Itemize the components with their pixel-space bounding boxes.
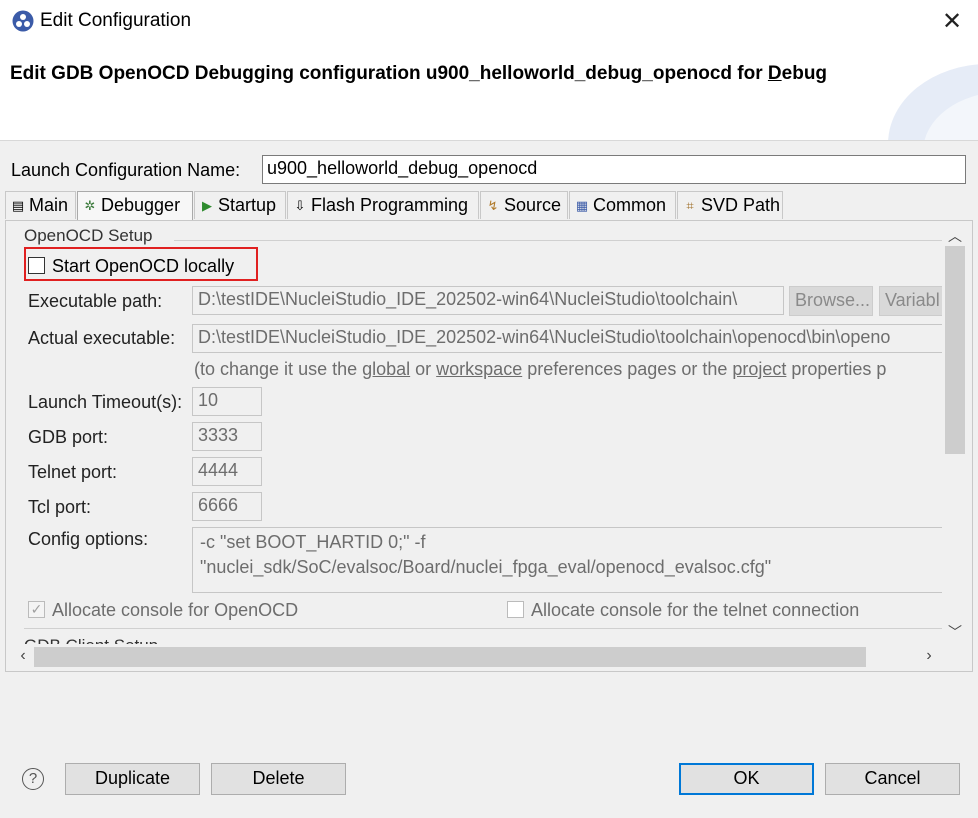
allocate-console-openocd-label: Allocate console for OpenOCD xyxy=(52,600,299,620)
telnet-port-field[interactable]: 4444 xyxy=(192,457,262,486)
gdb-port-field[interactable]: 3333 xyxy=(192,422,262,451)
start-openocd-locally-checkbox[interactable] xyxy=(28,257,45,274)
gdb-port-label: GDB port: xyxy=(28,427,109,447)
page-title: Edit GDB OpenOCD Debugging configuration… xyxy=(10,63,828,84)
vertical-scroll-thumb[interactable] xyxy=(945,246,965,454)
delete-button[interactable]: Delete xyxy=(211,763,346,795)
tab-common[interactable]: ▦ Common xyxy=(569,191,676,219)
source-icon: ↯ xyxy=(487,198,499,213)
dialog-header: Edit GDB OpenOCD Debugging configuration… xyxy=(0,44,978,141)
tab-source[interactable]: ↯ Source xyxy=(480,191,568,219)
svd-tree-icon: ⌗ xyxy=(686,198,694,213)
group-divider xyxy=(174,240,942,241)
launch-timeout-label: Launch Timeout(s): xyxy=(28,392,183,412)
tab-flash-programming[interactable]: ⇩ Flash Programming xyxy=(287,191,479,219)
header-decoration-graphic xyxy=(888,64,978,140)
horizontal-scroll-thumb[interactable] xyxy=(34,647,866,667)
scroll-down-icon[interactable]: ﹀ xyxy=(942,622,968,642)
preferences-hint: (to change it use the global or workspac… xyxy=(194,359,887,379)
nuclei-studio-app-icon xyxy=(12,10,34,32)
duplicate-button[interactable]: Duplicate xyxy=(65,763,200,795)
startup-play-icon: ▶ xyxy=(202,198,212,213)
workspace-preferences-link[interactable]: workspace xyxy=(436,359,522,379)
config-options-textarea[interactable]: -c "set BOOT_HARTID 0;" -f "nuclei_sdk/S… xyxy=(192,527,942,593)
executable-path-label: Executable path: xyxy=(28,291,163,311)
horizontal-scrollbar[interactable]: ‹ › xyxy=(10,644,942,670)
launch-config-name-label: Launch Configuration Name: xyxy=(11,160,241,180)
allocate-console-openocd-checkbox[interactable]: ✓ xyxy=(28,601,45,618)
tab-startup[interactable]: ▶ Startup xyxy=(194,191,286,219)
scroll-right-icon[interactable]: › xyxy=(918,647,940,667)
config-options-label: Config options: xyxy=(28,529,149,549)
launch-timeout-field[interactable]: 10 xyxy=(192,387,262,416)
window-title: Edit Configuration xyxy=(40,10,192,31)
ok-button[interactable]: OK xyxy=(679,763,814,795)
debugger-bug-icon: ✲ xyxy=(84,198,96,213)
scroll-up-icon[interactable]: ︿ xyxy=(942,226,968,246)
tab-svd-path[interactable]: ⌗ SVD Path xyxy=(677,191,783,219)
main-tab-icon: ▤ xyxy=(11,198,25,213)
telnet-port-label: Telnet port: xyxy=(28,462,118,482)
common-icon: ▦ xyxy=(575,198,589,213)
launch-config-name-input[interactable]: u900_helloworld_debug_openocd xyxy=(262,155,966,184)
start-openocd-locally-label[interactable]: Start OpenOCD locally xyxy=(52,256,234,277)
scroll-left-icon[interactable]: ‹ xyxy=(12,647,34,667)
group-divider xyxy=(24,628,942,629)
help-icon[interactable]: ? xyxy=(22,768,44,790)
browse-button[interactable]: Browse... xyxy=(789,286,873,316)
gdb-client-setup-group-label: GDB Client Setup xyxy=(24,636,158,644)
cancel-button[interactable]: Cancel xyxy=(825,763,960,795)
global-preferences-link[interactable]: global xyxy=(362,359,410,379)
tab-debugger[interactable]: ✲ Debugger xyxy=(77,191,193,221)
allocate-console-telnet-checkbox[interactable] xyxy=(507,601,524,618)
actual-executable-field: D:\testIDE\NucleiStudio_IDE_202502-win64… xyxy=(192,324,942,353)
actual-executable-label: Actual executable: xyxy=(28,328,176,348)
openocd-setup-group-label: OpenOCD Setup xyxy=(24,226,153,245)
vertical-scrollbar[interactable]: ︿ ﹀ xyxy=(942,226,968,644)
allocate-console-telnet-label: Allocate console for the telnet connecti… xyxy=(531,600,860,620)
tcl-port-label: Tcl port: xyxy=(28,497,92,517)
tab-main[interactable]: ▤ Main xyxy=(5,191,76,219)
executable-path-field[interactable]: D:\testIDE\NucleiStudio_IDE_202502-win64… xyxy=(192,286,784,315)
variables-button[interactable]: Variabl xyxy=(879,286,942,316)
project-properties-link[interactable]: project xyxy=(732,359,786,379)
title-bar: Edit Configuration ✕ xyxy=(0,0,978,44)
flash-load-icon: ⇩ xyxy=(294,198,306,213)
config-options-line-1: -c "set BOOT_HARTID 0;" -f xyxy=(200,532,426,552)
openocd-setup-scroll-area[interactable]: OpenOCD Setup Start OpenOCD locally Exec… xyxy=(14,226,942,644)
tcl-port-field[interactable]: 6666 xyxy=(192,492,262,521)
close-icon[interactable]: ✕ xyxy=(938,8,966,36)
config-options-line-2: "nuclei_sdk/SoC/evalsoc/Board/nuclei_fpg… xyxy=(200,557,772,577)
